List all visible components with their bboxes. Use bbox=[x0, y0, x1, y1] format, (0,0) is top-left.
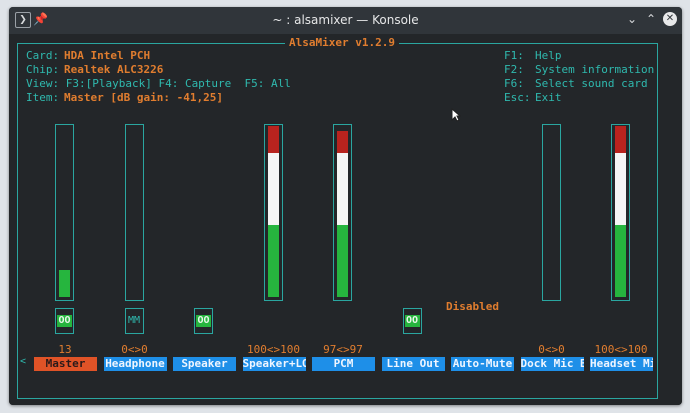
selection-arrow-left: < bbox=[20, 356, 27, 367]
help-key-f1: F1: bbox=[504, 49, 524, 62]
close-icon[interactable]: ✕ bbox=[663, 12, 677, 26]
help-text-esc: Exit bbox=[535, 91, 562, 104]
volume-fill-white bbox=[615, 153, 626, 225]
volume-fill-green bbox=[337, 225, 348, 297]
volume-value-headphone: 0<>0 bbox=[121, 343, 148, 356]
volume-value-speaker-lo: 100<>100 bbox=[247, 343, 300, 356]
channel-name-line-out[interactable]: Line Out bbox=[381, 357, 445, 371]
mute-state: MM bbox=[127, 315, 141, 326]
volume-bar-pcm[interactable] bbox=[333, 124, 352, 301]
channel-name-speaker-lo[interactable]: Speaker+LO bbox=[242, 357, 306, 371]
volume-bar-master[interactable] bbox=[55, 124, 74, 301]
volume-fill-white bbox=[267, 153, 279, 225]
chip-value: Realtek ALC3226 bbox=[64, 63, 164, 76]
mute-toggle-master[interactable]: OO bbox=[55, 308, 74, 334]
mute-toggle-speaker[interactable]: OO bbox=[194, 308, 213, 334]
konsole-window: ❯ 📌 ~ : alsamixer — Konsole ⌄ ⌃ ✕ AlsaMi… bbox=[9, 7, 682, 405]
volume-fill-red bbox=[267, 126, 279, 153]
help-text-f2: System information bbox=[535, 63, 655, 76]
volume-value-headset-mi: 100<>100 bbox=[594, 343, 648, 356]
channel-name-pcm[interactable]: PCM bbox=[312, 357, 375, 371]
volume-fill-white bbox=[337, 153, 348, 225]
mute-state: OO bbox=[57, 315, 72, 327]
volume-value-dock-mic-b: 0<>0 bbox=[538, 343, 565, 356]
item-label: Item: bbox=[26, 91, 60, 104]
maximize-icon[interactable]: ⌃ bbox=[644, 12, 658, 26]
mute-state: OO bbox=[404, 315, 420, 327]
item-value: Master [dB gain: -41,25] bbox=[64, 91, 223, 104]
chip-label: Chip: bbox=[26, 63, 60, 76]
minimize-icon[interactable]: ⌄ bbox=[625, 12, 639, 26]
help-key-f2: F2: bbox=[504, 63, 524, 76]
channel-name-headphone[interactable]: Headphone bbox=[103, 357, 167, 371]
terminal-area[interactable]: AlsaMixer v1.2.9 Card: HDA Intel PCH Chi… bbox=[9, 34, 682, 405]
volume-fill-green bbox=[615, 225, 626, 297]
channel-name-dock-mic-b[interactable]: Dock Mic B bbox=[520, 357, 584, 371]
volume-value-pcm: 97<>97 bbox=[323, 343, 363, 356]
volume-fill-red bbox=[337, 131, 348, 153]
titlebar: ❯ 📌 ~ : alsamixer — Konsole ⌄ ⌃ ✕ bbox=[9, 7, 682, 34]
channel-name-speaker[interactable]: Speaker bbox=[173, 357, 236, 371]
window-title: ~ : alsamixer — Konsole bbox=[272, 13, 419, 27]
app-title: AlsaMixer v1.2.9 bbox=[285, 36, 399, 49]
volume-fill-green bbox=[59, 270, 70, 297]
mouse-pointer-icon bbox=[451, 108, 461, 122]
view-text: View: F3:[Playback] F4: Capture F5: All bbox=[26, 77, 291, 90]
channel-name-auto-mute[interactable]: Auto-Mute bbox=[451, 357, 514, 371]
disabled-label: Disabled bbox=[446, 300, 499, 313]
mute-toggle-line-out[interactable]: OO bbox=[402, 308, 422, 334]
card-label: Card: bbox=[26, 49, 60, 62]
card-value: HDA Intel PCH bbox=[64, 49, 151, 62]
help-key-esc: Esc: bbox=[504, 91, 531, 104]
help-text-f6: Select sound card bbox=[535, 77, 648, 90]
volume-value-master: 13 bbox=[58, 343, 72, 356]
help-text-f1: Help bbox=[535, 49, 562, 62]
mute-state: OO bbox=[196, 315, 211, 327]
volume-bar-speaker-lo[interactable] bbox=[263, 124, 283, 301]
volume-bar-headphone[interactable] bbox=[124, 124, 144, 301]
volume-bar-dock-mic-b[interactable] bbox=[541, 124, 561, 301]
help-key-f6: F6: bbox=[504, 77, 524, 90]
channel-name-headset-mi[interactable]: Headset Mi bbox=[590, 357, 653, 371]
volume-fill-red bbox=[615, 126, 626, 153]
alsamixer-frame: AlsaMixer v1.2.9 Card: HDA Intel PCH Chi… bbox=[17, 36, 658, 399]
channel-name-master[interactable]: Master bbox=[34, 357, 97, 371]
mute-toggle-headphone[interactable]: MM bbox=[124, 308, 144, 334]
volume-bar-headset-mi[interactable] bbox=[611, 124, 630, 301]
volume-fill-green bbox=[267, 225, 279, 297]
